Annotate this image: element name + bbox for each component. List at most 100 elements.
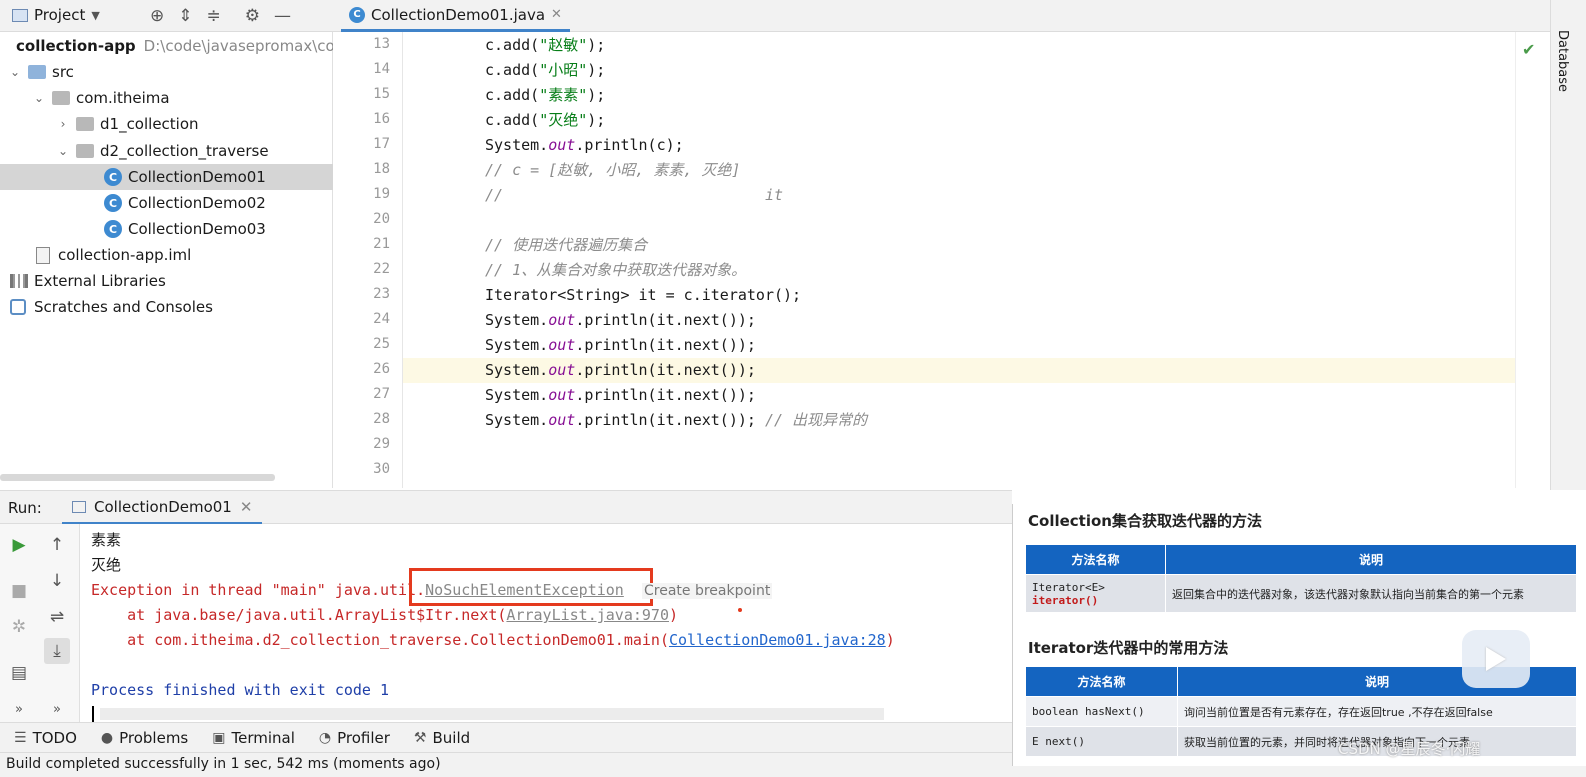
folder-icon: [28, 65, 46, 79]
build-tab[interactable]: ⚒ Build: [414, 729, 470, 747]
project-view-selector[interactable]: Project ▼: [12, 6, 100, 24]
tree-item-label: Scratches and Consoles: [34, 298, 213, 316]
code-line: System.out.println(it.next());: [485, 361, 756, 379]
tree-item-label: src: [52, 63, 74, 81]
text-cursor: [92, 706, 94, 722]
tree-item-root[interactable]: collection-app D:\code\javasepromax\coll…: [0, 33, 352, 59]
more-icon[interactable]: »: [6, 696, 32, 722]
java-class-icon: C: [104, 220, 122, 238]
debug-icon[interactable]: ✲: [6, 614, 32, 640]
code-comment: // c = [赵敏, 小昭, 素素, 灭绝]: [485, 161, 741, 179]
chevron-down-icon[interactable]: ⌄: [56, 144, 70, 158]
close-icon[interactable]: ✕: [240, 498, 253, 516]
expand-all-icon[interactable]: ⇕: [178, 6, 192, 26]
console-output[interactable]: 素素 灭绝 Exception in thread "main" java.ut…: [80, 524, 1012, 722]
database-tool-label[interactable]: Database: [1555, 30, 1570, 92]
rerun-icon[interactable]: ▶: [6, 532, 32, 558]
tree-item-libraries[interactable]: External Libraries: [0, 268, 333, 294]
tree-item-d1[interactable]: › d1_collection: [0, 111, 333, 137]
tree-item-package[interactable]: ⌄ com.itheima: [0, 85, 333, 111]
chevron-down-icon[interactable]: ⌄: [32, 91, 46, 105]
chevron-right-icon[interactable]: ›: [56, 117, 70, 131]
layout-icon[interactable]: ▤: [6, 660, 32, 686]
table-row: E next() 获取当前位置的元素，并同时将迭代器对象指向下一个元素: [1025, 726, 1577, 757]
locate-icon[interactable]: ⊕: [150, 6, 164, 26]
code-editor[interactable]: c.add("赵敏"); c.add("小昭"); c.add("素素"); c…: [403, 32, 1550, 488]
tree-item-d2[interactable]: ⌄ d2_collection_traverse: [0, 138, 333, 164]
problems-tab[interactable]: ● Problems: [101, 729, 188, 747]
iterator-method-table: 方法名称 说明 Iterator<E> iterator() 返回集合中的迭代器…: [1025, 544, 1577, 613]
terminal-icon: ▣: [212, 729, 226, 746]
code-comment: // it: [485, 186, 784, 204]
editor-scroll-gutter[interactable]: [1515, 32, 1550, 488]
code-line: System.out.println(it.next());: [485, 386, 756, 404]
profiler-icon: ◔: [318, 729, 332, 746]
stacktrace-link[interactable]: ArrayList.java:970: [506, 606, 669, 624]
tree-item-class1[interactable]: C CollectionDemo01: [0, 164, 333, 190]
file-icon: [36, 246, 50, 264]
line-number: 21: [373, 236, 390, 252]
horizontal-scrollbar[interactable]: [0, 474, 275, 481]
package-icon: [76, 117, 94, 131]
annotation-dot: [738, 608, 742, 612]
console-finish-line: Process finished with exit code 1: [91, 681, 390, 699]
play-icon: [1486, 647, 1506, 671]
tab-label: CollectionDemo01: [94, 497, 232, 516]
minimize-icon[interactable]: —: [274, 6, 291, 26]
tab-run-collectiondemo01[interactable]: CollectionDemo01 ✕: [62, 491, 263, 525]
video-play-button[interactable]: [1462, 630, 1530, 688]
code-line: System.out.println(c);: [485, 136, 684, 154]
close-icon[interactable]: ✕: [551, 7, 562, 22]
checkmark-icon: ✔: [1522, 40, 1536, 59]
todo-tab[interactable]: ☰ TODO: [14, 729, 77, 747]
slide-title: Iterator迭代器中的常用方法: [1028, 639, 1229, 657]
chevron-down-icon: ▼: [91, 8, 100, 22]
line-number: 23: [373, 286, 390, 302]
terminal-tab[interactable]: ▣ Terminal: [212, 729, 295, 747]
tree-item-label: CollectionDemo02: [128, 194, 266, 212]
console-stacktrace-line: at java.base/java.util.ArrayList$Itr.nex…: [91, 606, 679, 624]
profiler-tab[interactable]: ◔ Profiler: [319, 729, 390, 747]
collapse-all-icon[interactable]: ≑: [207, 6, 221, 26]
arrow-down-icon[interactable]: ↓: [44, 568, 70, 594]
table-row: Iterator<E> iterator() 返回集合中的迭代器对象，该迭代器对…: [1025, 574, 1577, 613]
project-tree: collection-app D:\code\javasepromax\coll…: [0, 32, 352, 488]
project-icon: [12, 8, 28, 22]
tree-item-iml[interactable]: collection-app.iml: [0, 242, 333, 268]
horizontal-scrollbar[interactable]: [100, 708, 884, 720]
tab-collectiondemo01[interactable]: C CollectionDemo01.java ✕: [341, 0, 570, 32]
table-row: boolean hasNext() 询问当前位置是否有元素存在，存在返回true…: [1025, 696, 1577, 727]
more-icon[interactable]: »: [44, 696, 70, 722]
code-line: System.out.println(it.next());: [485, 336, 756, 354]
gear-icon[interactable]: ⚙: [245, 6, 260, 26]
package-icon: [52, 91, 70, 105]
tree-item-class2[interactable]: C CollectionDemo02: [0, 190, 333, 216]
tool-window-bar: ☰ TODO ● Problems ▣ Terminal ◔ Profiler ⚒ Bui…: [0, 722, 1012, 752]
create-breakpoint-hint[interactable]: Create breakpoint: [642, 583, 773, 599]
code-line: c.add("小昭");: [485, 61, 606, 79]
tree-item-class3[interactable]: C CollectionDemo03: [0, 216, 333, 242]
line-number: 20: [373, 211, 390, 227]
highlight-annotation: [409, 568, 653, 606]
tree-item-label: d2_collection_traverse: [100, 142, 269, 160]
line-number: 22: [373, 261, 390, 277]
arrow-up-icon[interactable]: ↑: [44, 532, 70, 558]
line-number: 16: [373, 111, 390, 127]
code-comment: // 1、从集合对象中获取迭代器对象。: [485, 261, 747, 279]
table-cell: 询问当前位置是否有元素存在，存在返回true ,不存在返回false: [1177, 696, 1577, 727]
soft-wrap-icon[interactable]: ⇌: [44, 604, 70, 630]
run-label: Run:: [8, 499, 42, 517]
libraries-icon: [10, 274, 28, 288]
tree-item-scratches[interactable]: Scratches and Consoles: [0, 294, 333, 320]
console-stacktrace-line: at com.itheima.d2_collection_traverse.Co…: [91, 631, 895, 649]
line-number: 13: [373, 36, 390, 52]
line-number-gutter: 13 14 15 16 17 18 19 20 21 22 23 24 25 2…: [333, 32, 403, 488]
tree-item-src[interactable]: ⌄ src: [0, 59, 333, 85]
scroll-to-end-icon[interactable]: ⤓: [44, 638, 70, 664]
stacktrace-link[interactable]: CollectionDemo01.java:28: [669, 631, 886, 649]
slide-title: Collection集合获取迭代器的方法: [1028, 512, 1262, 530]
chevron-down-icon[interactable]: ⌄: [8, 65, 22, 79]
stop-icon[interactable]: ■: [6, 578, 32, 604]
tree-item-label: com.itheima: [76, 89, 170, 107]
code-comment: // 使用迭代器遍历集合: [485, 236, 648, 254]
